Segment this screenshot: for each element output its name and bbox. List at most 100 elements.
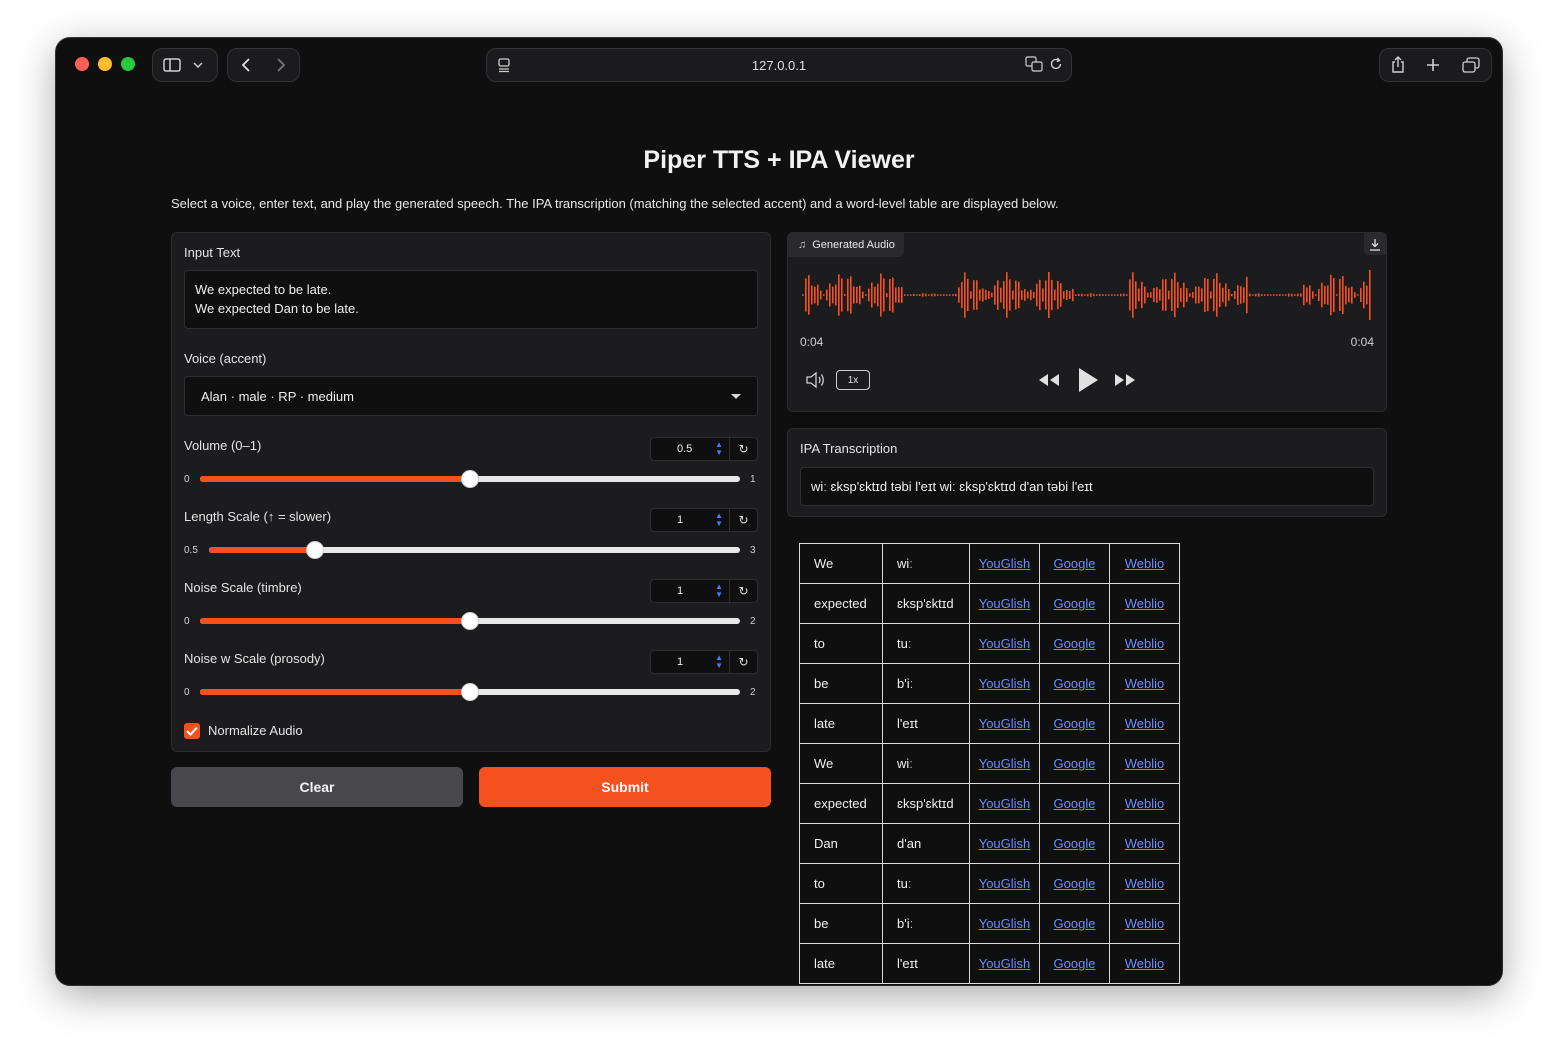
waveform[interactable] [800, 269, 1374, 321]
youglish-link[interactable]: YouGlish [979, 916, 1031, 931]
google-link[interactable]: Google [1054, 796, 1096, 811]
minimize-window-button[interactable] [98, 57, 112, 71]
weblio-link[interactable]: Weblio [1125, 756, 1165, 771]
weblio-link[interactable]: Weblio [1125, 596, 1165, 611]
waveform-bar [844, 294, 846, 296]
waveform-bar [1294, 294, 1296, 296]
clear-button[interactable]: Clear [171, 767, 463, 807]
google-link[interactable]: Google [1054, 596, 1096, 611]
word-cell: expected [799, 783, 883, 824]
volume-reset-button[interactable]: ↻ [730, 437, 758, 461]
google-link[interactable]: Google [1054, 916, 1096, 931]
weblio-link[interactable]: Weblio [1125, 836, 1165, 851]
weblio-link[interactable]: Weblio [1125, 916, 1165, 931]
waveform-bar [1132, 272, 1134, 318]
waveform-bar [985, 289, 987, 300]
fast-forward-icon[interactable] [1113, 372, 1137, 393]
rewind-icon[interactable] [1037, 372, 1061, 393]
google-link[interactable]: Google [1054, 956, 1096, 971]
youglish-link[interactable]: YouGlish [979, 676, 1031, 691]
page-menu-icon[interactable] [497, 57, 511, 76]
google-link[interactable]: Google [1054, 676, 1096, 691]
noise-w-scale-slider[interactable] [200, 683, 740, 701]
youglish-link[interactable]: YouGlish [979, 716, 1031, 731]
youglish-link[interactable]: YouGlish [979, 796, 1031, 811]
google-link[interactable]: Google [1054, 556, 1096, 571]
waveform-bar [1357, 294, 1359, 296]
forward-icon[interactable] [276, 58, 286, 72]
waveform-bar [1363, 281, 1365, 309]
input-text-area[interactable]: We expected to be late. We expected Dan … [184, 270, 758, 329]
sidebar-toggle-group[interactable] [152, 48, 218, 82]
slider-thumb[interactable] [306, 541, 325, 559]
stepper-icon[interactable]: ▲ ▼ [715, 654, 723, 670]
weblio-link[interactable]: Weblio [1125, 676, 1165, 691]
length-scale-number-input[interactable]: 1 ▲ ▼ [650, 508, 730, 532]
playback-speed-button[interactable]: 1x [836, 370, 870, 390]
waveform-bar [1249, 293, 1251, 297]
youglish-link[interactable]: YouGlish [979, 596, 1031, 611]
slider-thumb[interactable] [461, 612, 479, 630]
waveform-bar [922, 293, 924, 297]
google-link[interactable]: Google [1054, 716, 1096, 731]
word-cell: be [799, 903, 883, 944]
waveform-bar [955, 293, 957, 297]
back-icon[interactable] [241, 58, 251, 72]
slider-thumb[interactable] [461, 683, 479, 701]
link-cell: Weblio [1109, 743, 1180, 784]
volume-icon[interactable] [805, 371, 827, 394]
google-link[interactable]: Google [1054, 876, 1096, 891]
normalize-audio-checkbox[interactable] [184, 723, 200, 739]
youglish-link[interactable]: YouGlish [979, 836, 1031, 851]
noise-scale-reset-button[interactable]: ↻ [730, 579, 758, 603]
stepper-icon[interactable]: ▲ ▼ [715, 512, 723, 528]
youglish-link[interactable]: YouGlish [979, 556, 1031, 571]
zoom-window-button[interactable] [121, 57, 135, 71]
slider-thumb[interactable] [461, 470, 479, 488]
weblio-link[interactable]: Weblio [1125, 876, 1165, 891]
weblio-link[interactable]: Weblio [1125, 956, 1165, 971]
close-window-button[interactable] [75, 57, 89, 71]
youglish-link[interactable]: YouGlish [979, 876, 1031, 891]
address-bar[interactable]: 127.0.0.1 [486, 48, 1072, 82]
weblio-link[interactable]: Weblio [1125, 636, 1165, 651]
waveform-bar [1288, 293, 1290, 297]
voice-dropdown[interactable]: Alan · male · RP · medium [184, 376, 758, 416]
waveform-bar [1126, 294, 1128, 296]
stepper-icon[interactable]: ▲ ▼ [715, 583, 723, 599]
waveform-bar [1282, 294, 1284, 296]
noise-scale-number-input[interactable]: 1 ▲ ▼ [650, 579, 730, 603]
reload-icon[interactable] [1049, 56, 1063, 72]
volume-number-input[interactable]: 0.5 ▲ ▼ [650, 437, 730, 461]
youglish-link[interactable]: YouGlish [979, 756, 1031, 771]
weblio-link[interactable]: Weblio [1125, 556, 1165, 571]
youglish-link[interactable]: YouGlish [979, 956, 1031, 971]
waveform-bar [898, 287, 900, 303]
waveform-bar [1084, 294, 1086, 296]
youglish-link[interactable]: YouGlish [979, 636, 1031, 651]
length-scale-slider[interactable] [209, 541, 740, 559]
ipa-transcription-box[interactable]: wiː ɛksp'ɛktɪd təbi l'eɪt wiː ɛksp'ɛktɪd… [800, 467, 1374, 506]
share-icon[interactable] [1391, 56, 1405, 74]
play-icon[interactable] [1076, 366, 1100, 399]
noise-scale-slider[interactable] [200, 612, 740, 630]
tab-overview-icon[interactable] [1462, 57, 1480, 73]
sidebar-icon[interactable] [163, 58, 181, 72]
stepper-icon[interactable]: ▲ ▼ [715, 441, 723, 457]
reset-icon: ↻ [738, 584, 749, 598]
noise-w-scale-number-input[interactable]: 1 ▲ ▼ [650, 650, 730, 674]
download-icon[interactable] [1364, 233, 1386, 255]
weblio-link[interactable]: Weblio [1125, 716, 1165, 731]
new-tab-icon[interactable] [1426, 58, 1440, 72]
translate-icon[interactable] [1025, 56, 1043, 72]
waveform-bar [1213, 278, 1215, 312]
noise-w-scale-reset-button[interactable]: ↻ [730, 650, 758, 674]
google-link[interactable]: Google [1054, 636, 1096, 651]
length-scale-reset-button[interactable]: ↻ [730, 508, 758, 532]
weblio-link[interactable]: Weblio [1125, 796, 1165, 811]
google-link[interactable]: Google [1054, 836, 1096, 851]
submit-button[interactable]: Submit [479, 767, 771, 807]
chevron-down-icon[interactable] [193, 62, 203, 68]
volume-slider[interactable] [200, 470, 740, 488]
google-link[interactable]: Google [1054, 756, 1096, 771]
